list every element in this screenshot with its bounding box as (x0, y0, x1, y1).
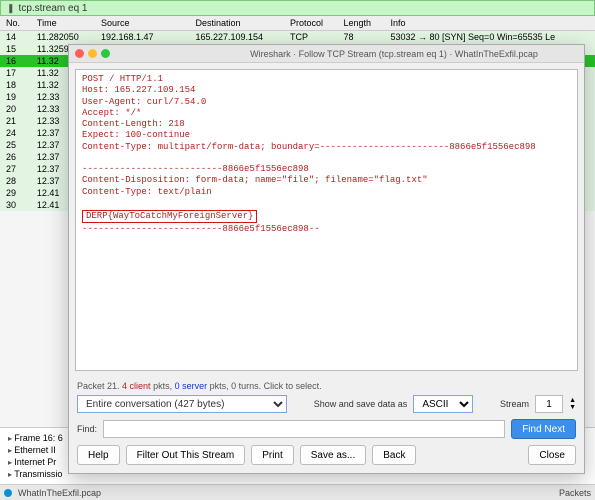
show-as-label: Show and save data as (314, 399, 408, 409)
dialog-titlebar[interactable]: Wireshark · Follow TCP Stream (tcp.strea… (69, 45, 584, 63)
conversation-select[interactable]: Entire conversation (427 bytes) (77, 395, 287, 413)
col-info[interactable]: Info (385, 16, 595, 30)
back-button[interactable]: Back (372, 445, 416, 465)
filter-out-stream-button[interactable]: Filter Out This Stream (126, 445, 246, 465)
packet-list-header: No. Time Source Destination Protocol Len… (0, 16, 595, 30)
find-label: Find: (77, 424, 97, 434)
col-length[interactable]: Length (338, 16, 385, 30)
close-icon[interactable] (75, 49, 84, 58)
col-destination[interactable]: Destination (189, 16, 284, 30)
dialog-title: Wireshark · Follow TCP Stream (tcp.strea… (210, 49, 578, 59)
flag-highlight: DERP{WayToCatchMyForeignServer} (82, 210, 257, 223)
save-as-button[interactable]: Save as... (300, 445, 366, 465)
help-button[interactable]: Help (77, 445, 120, 465)
col-time[interactable]: Time (31, 16, 95, 30)
close-button[interactable]: Close (528, 445, 576, 465)
status-bar: WhatInTheExfil.pcap Packets (0, 484, 595, 500)
dialog-footer: Packet 21. 4 client pkts, 0 server pkts,… (69, 377, 584, 473)
status-file: WhatInTheExfil.pcap (18, 488, 101, 498)
capture-indicator-icon (4, 489, 12, 497)
table-row[interactable]: 1411.282050192.168.1.47165.227.109.154TC… (0, 30, 595, 43)
stream-content[interactable]: POST / HTTP/1.1Host: 165.227.109.154User… (75, 69, 578, 371)
status-packets: Packets (559, 488, 591, 498)
col-source[interactable]: Source (95, 16, 190, 30)
stream-number-stepper[interactable] (535, 395, 563, 413)
bookmark-icon: ❚ (7, 3, 15, 14)
packet-summary[interactable]: Packet 21. 4 client pkts, 0 server pkts,… (77, 381, 576, 391)
display-filter-text: tcp.stream eq 1 (19, 3, 88, 14)
minimize-icon[interactable] (88, 49, 97, 58)
stream-label: Stream (500, 399, 529, 409)
display-filter-bar[interactable]: ❚ tcp.stream eq 1 (0, 0, 595, 16)
print-button[interactable]: Print (251, 445, 294, 465)
maximize-icon[interactable] (101, 49, 110, 58)
format-select[interactable]: ASCII (413, 395, 473, 413)
col-no[interactable]: No. (0, 16, 31, 30)
col-protocol[interactable]: Protocol (284, 16, 338, 30)
stepper-buttons-icon[interactable]: ▲▼ (569, 397, 576, 411)
follow-stream-dialog: Wireshark · Follow TCP Stream (tcp.strea… (68, 44, 585, 474)
find-input[interactable] (103, 420, 505, 438)
find-next-button[interactable]: Find Next (511, 419, 576, 439)
